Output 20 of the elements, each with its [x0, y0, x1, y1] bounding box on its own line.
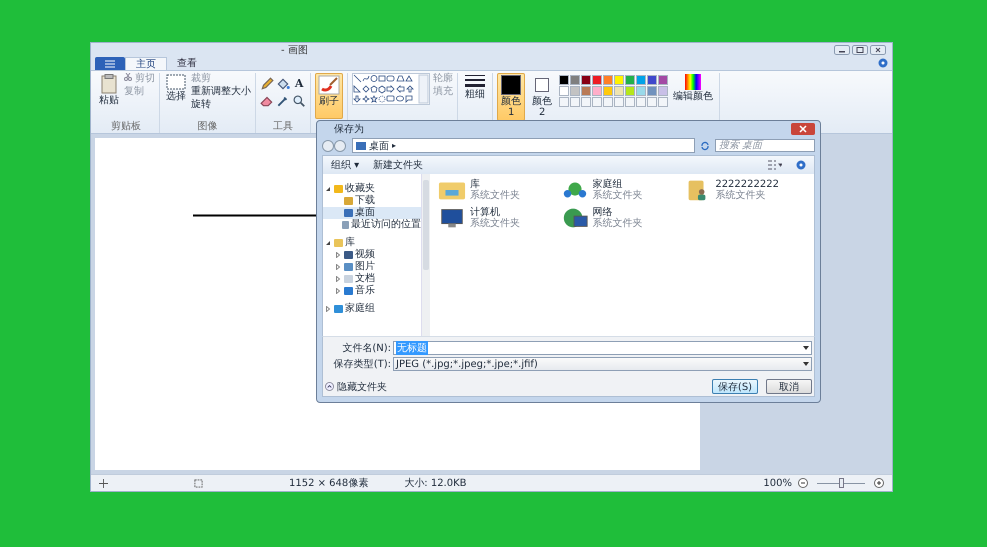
field-label: 文件名(N): [341, 342, 391, 355]
item-type: 系统文件夹 [592, 218, 643, 229]
group-label: 工具 [273, 121, 294, 133]
group-label: 剪贴板 [111, 121, 142, 133]
file-size: 大小: 12.0KB [404, 476, 467, 490]
group-label: 图像 [198, 121, 218, 133]
dialog-title: 保存为 [334, 122, 364, 136]
item-name: 2222222222 [715, 179, 779, 190]
item-name: 计算机 [470, 207, 500, 218]
item-type: 系统文件夹 [470, 190, 520, 201]
window-title: - 画图 [281, 44, 308, 56]
zoom-level: 100% [763, 478, 792, 488]
item-name: 库 [470, 179, 480, 190]
field-label: 保存类型(T): [332, 358, 391, 371]
item-type: 系统文件夹 [470, 218, 520, 229]
item-type: 系统文件夹 [592, 190, 643, 201]
item-name: 网络 [592, 207, 613, 218]
image-dimensions: 1152 × 648像素 [289, 476, 368, 490]
item-name: 家庭组 [592, 179, 623, 190]
item-type: 系统文件夹 [715, 190, 766, 201]
